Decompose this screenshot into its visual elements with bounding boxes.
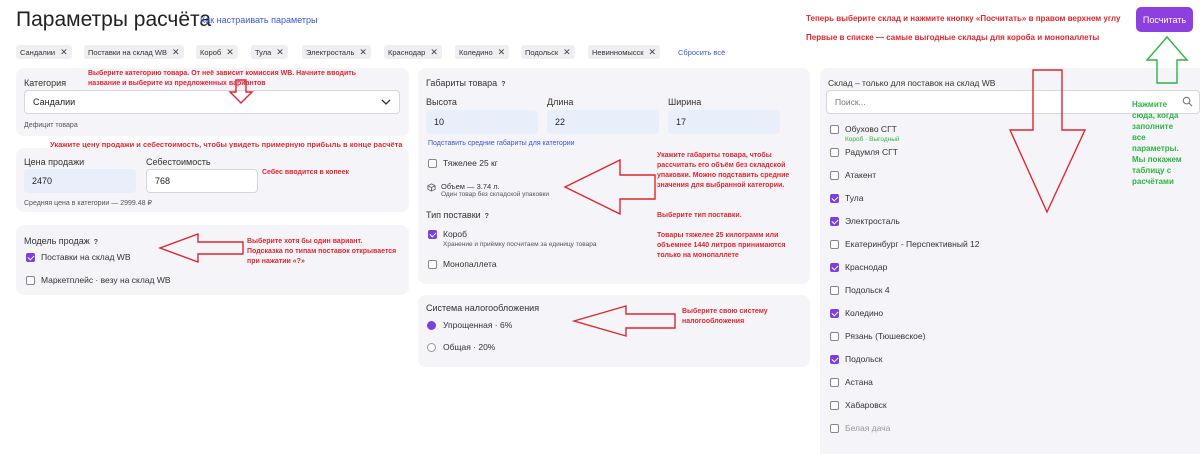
arrow-up-calc xyxy=(1145,35,1189,84)
arrow-left-tax xyxy=(571,305,676,337)
arrow-down-category xyxy=(228,79,254,104)
arrow-down-warehouses xyxy=(1008,69,1087,214)
arrow-left-dimensions xyxy=(563,158,656,216)
annotation-arrows xyxy=(157,35,1189,337)
arrow-left-sales-model xyxy=(157,232,244,264)
